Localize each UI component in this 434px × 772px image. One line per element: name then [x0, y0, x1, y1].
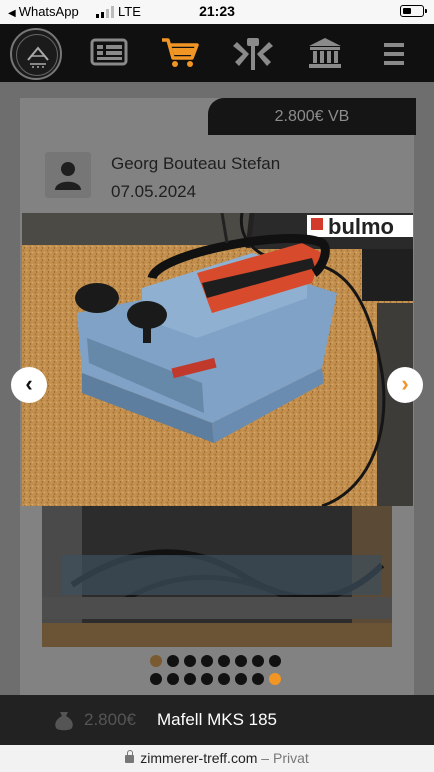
bank-icon[interactable] [307, 36, 343, 70]
lightbox-caption-bar: 2.800€ Mafell MKS 185 [0, 695, 434, 745]
url-domain: zimmerer-treff.com [140, 750, 258, 766]
status-bar: ◀ WhatsApp LTE 21:23 [0, 0, 434, 24]
top-navigation [0, 24, 434, 82]
avatar [45, 152, 91, 198]
carousel-dot[interactable] [235, 655, 247, 667]
clock: 21:23 [199, 3, 235, 19]
carousel-dot[interactable] [184, 655, 196, 667]
carousel-dot[interactable] [235, 673, 247, 685]
previous-image-button[interactable]: ‹ [11, 367, 47, 403]
photo-banner-text: bulmo [328, 214, 394, 239]
carousel-dot[interactable] [218, 673, 230, 685]
url-separator: – [261, 750, 270, 766]
carousel-dot-active[interactable] [269, 673, 281, 685]
logo-emblem-icon [27, 46, 49, 68]
carousel-dot[interactable] [150, 673, 162, 685]
logo-icon[interactable] [10, 28, 62, 80]
secondary-photo-image [42, 505, 392, 647]
listing-date: 07.05.2024 [111, 182, 197, 201]
secondary-photo [42, 505, 392, 647]
cart-icon[interactable] [160, 36, 200, 70]
image-caption-title: Mafell MKS 185 [157, 710, 277, 729]
browser-url-bar[interactable]: zimmerer-treff.com – Privat [0, 745, 434, 772]
carousel-dot[interactable] [252, 655, 264, 667]
product-photo: bulmo [22, 213, 413, 506]
carousel-dots-row [150, 673, 290, 685]
user-icon [55, 162, 81, 190]
list-icon[interactable] [90, 36, 128, 68]
seller-name: Georg Bouteau Stefan [111, 154, 281, 173]
carousel-dot[interactable] [150, 655, 162, 667]
next-image-button[interactable]: › [387, 367, 423, 403]
carousel-dot[interactable] [252, 673, 264, 685]
battery-icon [400, 5, 427, 17]
carousel-dot[interactable] [201, 673, 213, 685]
carousel-dots-row [150, 655, 290, 667]
tools-icon[interactable] [229, 36, 277, 72]
carousel-dot[interactable] [167, 673, 179, 685]
lock-icon [125, 750, 135, 763]
menu-icon[interactable] [384, 40, 404, 68]
carousel-dot[interactable] [269, 655, 281, 667]
carousel-dot[interactable] [184, 673, 196, 685]
carousel-dot[interactable] [167, 655, 179, 667]
listing-price: 2.800€ VB [208, 98, 416, 135]
browsing-mode: Privat [272, 750, 309, 766]
carousel-dot[interactable] [218, 655, 230, 667]
carousel-dot[interactable] [201, 655, 213, 667]
lightbox-photo: bulmo [22, 213, 413, 506]
